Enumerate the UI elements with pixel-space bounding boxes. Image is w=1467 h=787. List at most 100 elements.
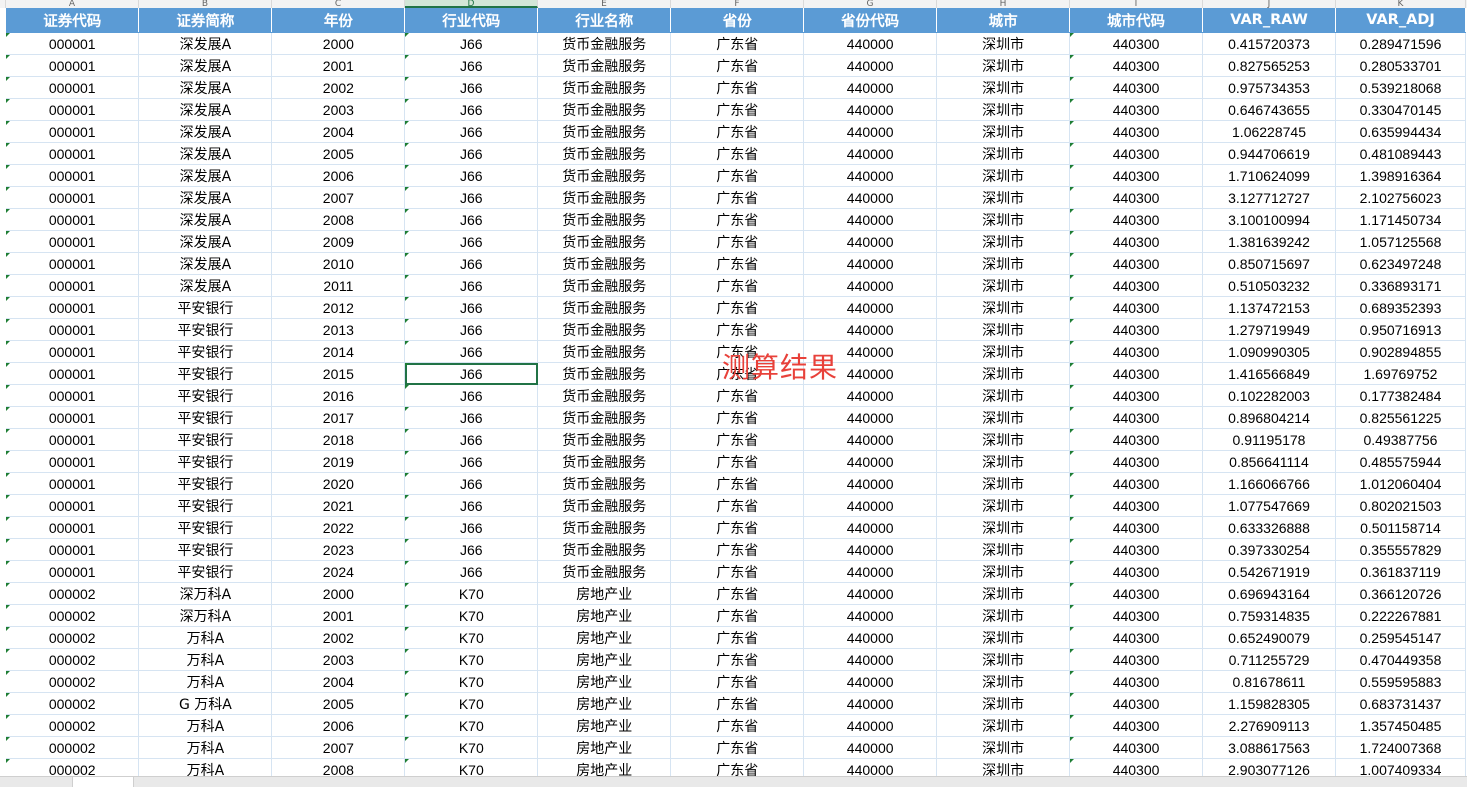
table-cell[interactable]: 2018 [271, 428, 406, 451]
table-cell[interactable]: 0.711255729 [1202, 648, 1336, 671]
table-cell[interactable]: 440000 [803, 54, 938, 77]
table-cell[interactable]: 深圳市 [936, 340, 1071, 363]
table-cell[interactable]: 广东省 [670, 208, 805, 231]
table-cell[interactable]: 货币金融服务 [537, 76, 672, 99]
column-header[interactable]: 城市代码 [1069, 8, 1204, 33]
table-cell[interactable]: 货币金融服务 [537, 450, 672, 473]
table-cell[interactable]: 平安银行 [138, 406, 273, 429]
table-cell[interactable]: 货币金融服务 [537, 164, 672, 187]
table-cell[interactable]: 0.330470145 [1335, 98, 1467, 121]
table-cell[interactable]: 000001 [6, 362, 140, 385]
table-cell[interactable]: 0.361837119 [1335, 560, 1467, 583]
table-cell[interactable]: 000002 [6, 670, 140, 693]
table-cell[interactable]: 深发展A [138, 186, 273, 209]
table-cell[interactable]: 深圳市 [936, 714, 1071, 737]
table-cell[interactable]: 440300 [1069, 736, 1204, 759]
table-cell[interactable]: 440000 [803, 626, 938, 649]
table-cell[interactable]: 深圳市 [936, 384, 1071, 407]
table-cell[interactable]: 3.088617563 [1202, 736, 1336, 759]
table-cell[interactable]: 000002 [6, 692, 140, 715]
table-cell[interactable]: 000001 [6, 472, 140, 495]
table-cell[interactable]: 广东省 [670, 472, 805, 495]
table-cell[interactable]: 深圳市 [936, 98, 1071, 121]
table-cell[interactable]: 440000 [803, 604, 938, 627]
table-cell[interactable]: 440300 [1069, 626, 1204, 649]
table-cell[interactable]: J66 [404, 516, 539, 539]
table-cell[interactable]: 货币金融服务 [537, 494, 672, 517]
table-cell[interactable]: J66 [404, 362, 539, 385]
table-cell[interactable]: 0.510503232 [1202, 274, 1336, 297]
table-cell[interactable]: J66 [404, 406, 539, 429]
column-header[interactable]: 行业代码 [404, 8, 539, 33]
table-cell[interactable]: 广东省 [670, 120, 805, 143]
table-cell[interactable]: 深发展A [138, 274, 273, 297]
table-cell[interactable]: 440000 [803, 164, 938, 187]
table-cell[interactable]: J66 [404, 252, 539, 275]
table-cell[interactable]: 000001 [6, 252, 140, 275]
table-cell[interactable]: 440300 [1069, 516, 1204, 539]
table-cell[interactable]: 440300 [1069, 714, 1204, 737]
table-cell[interactable]: 广东省 [670, 252, 805, 275]
table-cell[interactable]: 000001 [6, 516, 140, 539]
table-cell[interactable]: 0.102282003 [1202, 384, 1336, 407]
table-cell[interactable]: 0.355557829 [1335, 538, 1467, 561]
table-cell[interactable]: 广东省 [670, 54, 805, 77]
table-cell[interactable]: 440000 [803, 560, 938, 583]
column-letter-c[interactable]: C [272, 0, 405, 8]
table-cell[interactable]: 0.289471596 [1335, 32, 1467, 55]
table-cell[interactable]: J66 [404, 164, 539, 187]
table-cell[interactable]: 440000 [803, 692, 938, 715]
table-cell[interactable]: 深圳市 [936, 450, 1071, 473]
table-cell[interactable]: 000001 [6, 296, 140, 319]
table-cell[interactable]: 房地产业 [537, 714, 672, 737]
table-cell[interactable]: K70 [404, 626, 539, 649]
table-cell[interactable]: 平安银行 [138, 560, 273, 583]
table-cell[interactable]: 440000 [803, 296, 938, 319]
table-cell[interactable]: 广东省 [670, 318, 805, 341]
table-cell[interactable]: 2.276909113 [1202, 714, 1336, 737]
table-cell[interactable]: 广东省 [670, 186, 805, 209]
table-cell[interactable]: K70 [404, 604, 539, 627]
table-cell[interactable]: 440000 [803, 230, 938, 253]
table-cell[interactable]: 2017 [271, 406, 406, 429]
table-cell[interactable]: 0.633326888 [1202, 516, 1336, 539]
table-cell[interactable]: 房地产业 [537, 604, 672, 627]
table-cell[interactable]: 货币金融服务 [537, 252, 672, 275]
table-cell[interactable]: K70 [404, 582, 539, 605]
table-cell[interactable]: 2014 [271, 340, 406, 363]
table-cell[interactable]: 房地产业 [537, 648, 672, 671]
table-cell[interactable]: 440000 [803, 318, 938, 341]
table-cell[interactable]: 440300 [1069, 538, 1204, 561]
table-cell[interactable]: 2.102756023 [1335, 186, 1467, 209]
table-cell[interactable]: 440300 [1069, 450, 1204, 473]
table-cell[interactable]: 2003 [271, 648, 406, 671]
table-cell[interactable]: 货币金融服务 [537, 362, 672, 385]
table-cell[interactable]: 深圳市 [936, 516, 1071, 539]
table-cell[interactable]: 0.689352393 [1335, 296, 1467, 319]
table-cell[interactable]: 440000 [803, 516, 938, 539]
table-cell[interactable]: J66 [404, 450, 539, 473]
table-cell[interactable]: 0.944706619 [1202, 142, 1336, 165]
table-cell[interactable]: 货币金融服务 [537, 538, 672, 561]
table-cell[interactable]: 000002 [6, 648, 140, 671]
table-cell[interactable]: 440000 [803, 714, 938, 737]
table-cell[interactable]: K70 [404, 714, 539, 737]
table-cell[interactable]: 440000 [803, 538, 938, 561]
table-cell[interactable]: 000001 [6, 208, 140, 231]
table-cell[interactable]: 平安银行 [138, 428, 273, 451]
table-cell[interactable]: 000001 [6, 428, 140, 451]
table-cell[interactable]: 广东省 [670, 340, 805, 363]
table-cell[interactable]: 深圳市 [936, 120, 1071, 143]
column-header[interactable]: 年份 [271, 8, 406, 33]
table-cell[interactable]: 0.542671919 [1202, 560, 1336, 583]
column-letter-b[interactable]: B [139, 0, 272, 8]
table-cell[interactable]: 广东省 [670, 714, 805, 737]
table-cell[interactable]: 440300 [1069, 252, 1204, 275]
column-letter-h[interactable]: H [937, 0, 1070, 8]
table-cell[interactable]: 深圳市 [936, 142, 1071, 165]
table-cell[interactable]: 000002 [6, 582, 140, 605]
table-cell[interactable]: 2005 [271, 692, 406, 715]
column-header[interactable]: 省份代码 [803, 8, 938, 33]
table-cell[interactable]: 440300 [1069, 428, 1204, 451]
table-cell[interactable]: 2022 [271, 516, 406, 539]
